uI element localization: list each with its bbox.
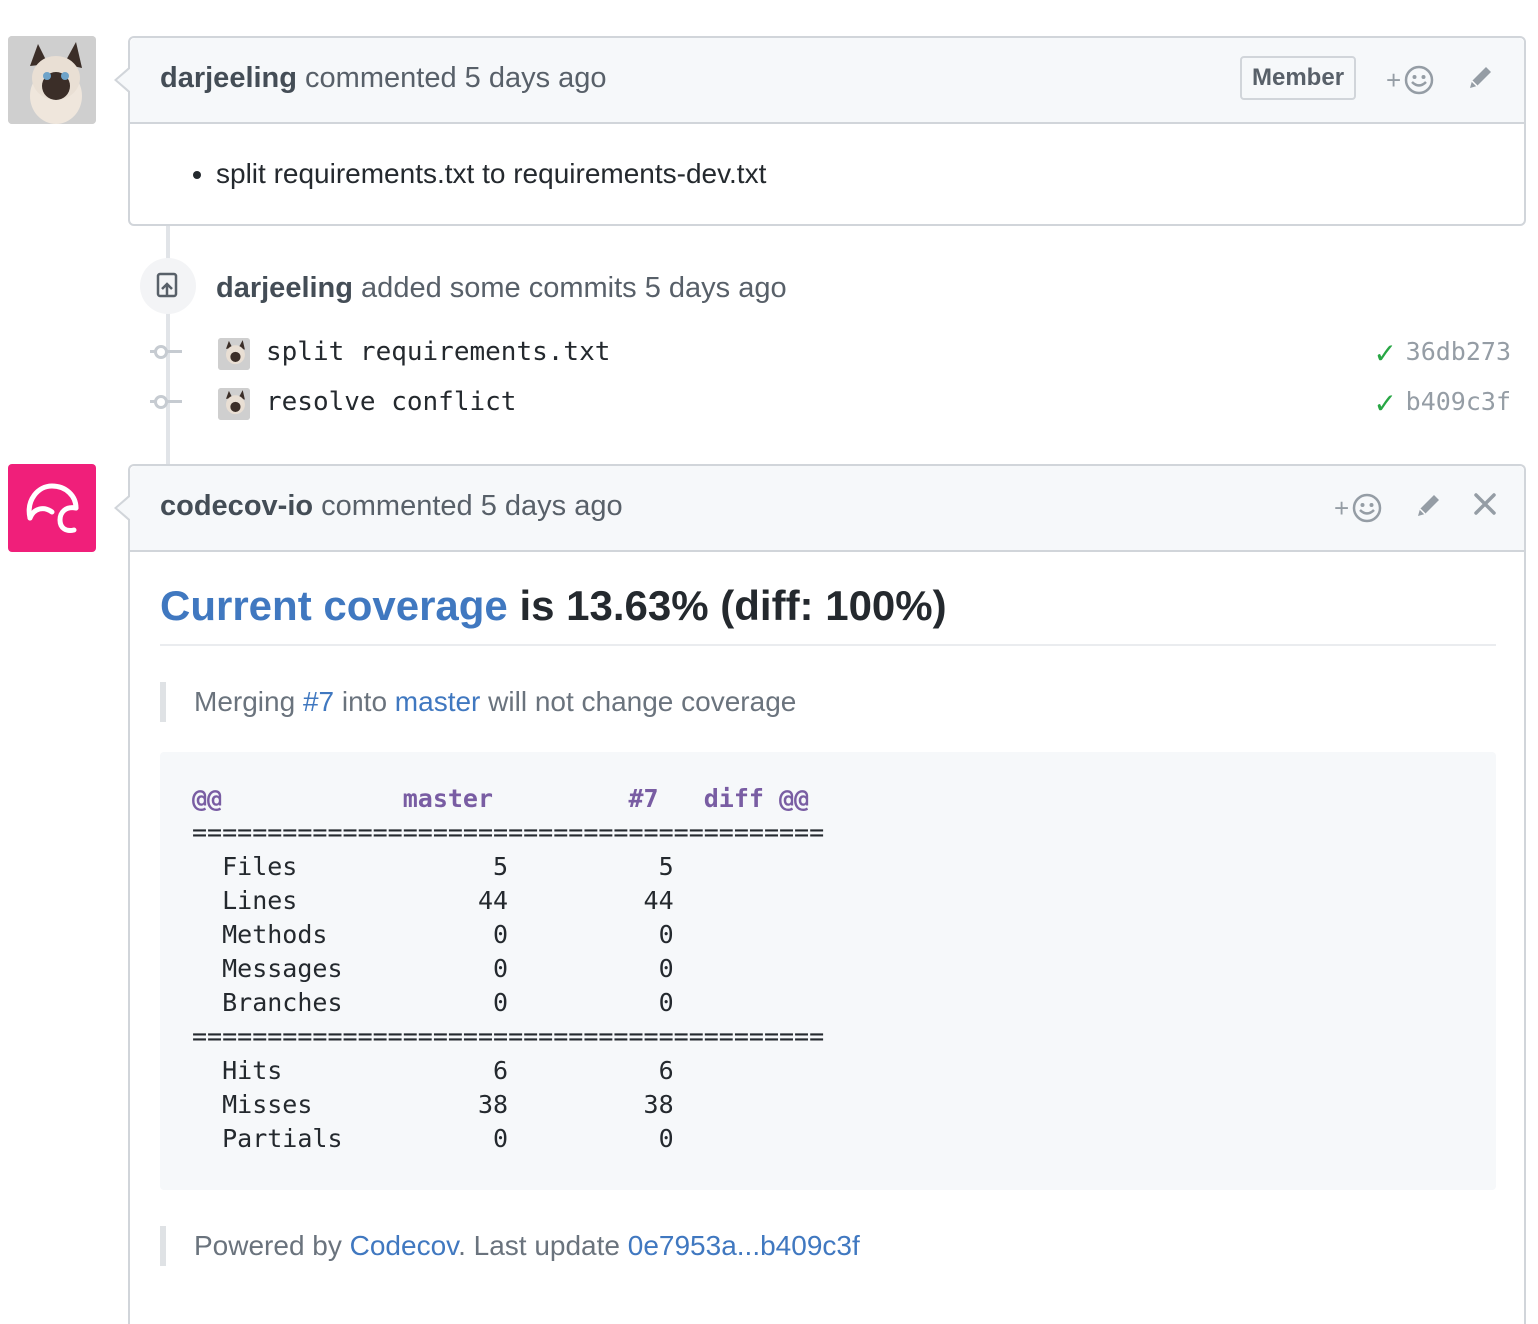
codecov-logo-icon xyxy=(26,483,79,533)
pencil-icon xyxy=(1470,67,1491,88)
git-commit-icon xyxy=(154,395,168,409)
code-row: Methods 0 0 xyxy=(192,920,825,949)
cat-avatar-image xyxy=(8,36,96,124)
codecov-link[interactable]: Codecov xyxy=(350,1230,458,1261)
comment-header-text: codecov-io commented 5 days ago xyxy=(160,490,623,523)
smiley-icon xyxy=(1352,493,1382,523)
event-timestamp[interactable]: added some commits 5 days ago xyxy=(353,272,787,304)
commit-message-link[interactable]: resolve conflict xyxy=(266,384,516,420)
plus-icon: + xyxy=(1334,493,1350,523)
compare-range-link[interactable]: 0e7953a...b409c3f xyxy=(628,1230,860,1261)
x-icon xyxy=(1474,493,1496,515)
comment-timestamp[interactable]: commented 5 days ago xyxy=(313,490,622,522)
comment-list: split requirements.txt to requirements-d… xyxy=(186,158,1524,190)
code-row: Misses 38 38 xyxy=(192,1090,825,1119)
smiley-icon xyxy=(1404,65,1434,95)
code-row: Hits 6 6 xyxy=(192,1056,825,1085)
comment-header: darjeeling commented 5 days ago Member + xyxy=(114,38,1524,124)
cat-avatar-image xyxy=(218,338,250,370)
code-row: Files 5 5 xyxy=(192,852,825,881)
pencil-icon xyxy=(1418,495,1439,516)
footer-mid-text: . Last update xyxy=(458,1230,628,1261)
code-row: Partials 0 0 xyxy=(192,1124,825,1153)
comment-timestamp[interactable]: commented 5 days ago xyxy=(297,62,606,94)
repo-push-badge xyxy=(140,258,196,314)
coverage-value: is 13.63% (diff: 100%) xyxy=(507,582,947,629)
check-icon[interactable]: ✓ xyxy=(1374,336,1397,372)
edit-comment-button[interactable] xyxy=(1414,490,1444,529)
edit-comment-button[interactable] xyxy=(1466,62,1496,101)
commit-row: split requirements.txt ✓ 36db273 xyxy=(150,334,1515,374)
code-separator: ========================================… xyxy=(192,1022,825,1051)
merge-summary: Merging #7 into master will not change c… xyxy=(160,682,796,722)
code-row: Lines 44 44 xyxy=(192,886,825,915)
commit-sha-link[interactable]: 36db273 xyxy=(1406,334,1511,370)
comment-author[interactable]: darjeeling xyxy=(160,62,297,94)
merge-prefix-text: Merging xyxy=(194,686,303,717)
comment-header-text: darjeeling commented 5 days ago xyxy=(160,62,607,95)
comment-body: split requirements.txt to requirements-d… xyxy=(130,124,1524,190)
code-header-line: @@ master #7 diff @@ xyxy=(192,784,810,813)
heading-divider xyxy=(160,644,1496,646)
comment-header: codecov-io commented 5 days ago + xyxy=(114,466,1524,552)
avatar[interactable] xyxy=(8,36,96,124)
event-author[interactable]: darjeeling xyxy=(216,272,353,304)
code-row: Branches 0 0 xyxy=(192,988,825,1017)
commit-sha-link[interactable]: b409c3f xyxy=(1406,384,1511,420)
footer-prefix-text: Powered by xyxy=(194,1230,350,1261)
merge-mid-text: into xyxy=(334,686,395,717)
commit-author-avatar[interactable] xyxy=(218,388,250,420)
list-item: split requirements.txt to requirements-d… xyxy=(216,158,1524,190)
powered-by-footer: Powered by Codecov. Last update 0e7953a.… xyxy=(160,1226,860,1266)
commit-row: resolve conflict ✓ b409c3f xyxy=(150,384,1515,424)
comment-author[interactable]: codecov-io xyxy=(160,490,313,522)
codecov-avatar[interactable] xyxy=(8,464,96,552)
coverage-heading: Current coverage is 13.63% (diff: 100%) xyxy=(160,582,947,630)
plus-icon: + xyxy=(1386,65,1402,95)
add-reaction-button[interactable]: + xyxy=(1386,62,1435,98)
cat-avatar-image xyxy=(218,388,250,420)
comment-pointer xyxy=(114,66,131,94)
check-icon[interactable]: ✓ xyxy=(1374,386,1397,422)
pr-link[interactable]: #7 xyxy=(303,686,334,717)
comment-codecov: codecov-io commented 5 days ago + Curren… xyxy=(114,464,1526,1324)
commit-author-avatar[interactable] xyxy=(218,338,250,370)
git-commit-icon xyxy=(154,345,168,359)
member-badge: Member xyxy=(1240,56,1357,100)
coverage-diff-code-block: @@ master #7 diff @@ ===================… xyxy=(160,752,1496,1190)
comment-pointer xyxy=(114,494,131,522)
repo-push-icon xyxy=(156,272,178,298)
current-coverage-link[interactable]: Current coverage xyxy=(160,582,508,629)
commit-message-link[interactable]: split requirements.txt xyxy=(266,334,610,370)
commits-event-text: darjeeling added some commits 5 days ago xyxy=(216,272,787,305)
merge-suffix-text: will not change coverage xyxy=(480,686,797,717)
code-separator: ========================================… xyxy=(192,818,825,847)
comment-darjeeling: darjeeling commented 5 days ago Member +… xyxy=(114,36,1526,226)
add-reaction-button[interactable]: + xyxy=(1334,490,1383,526)
branch-link[interactable]: master xyxy=(395,686,481,717)
delete-comment-button[interactable] xyxy=(1472,490,1498,526)
code-row: Messages 0 0 xyxy=(192,954,825,983)
